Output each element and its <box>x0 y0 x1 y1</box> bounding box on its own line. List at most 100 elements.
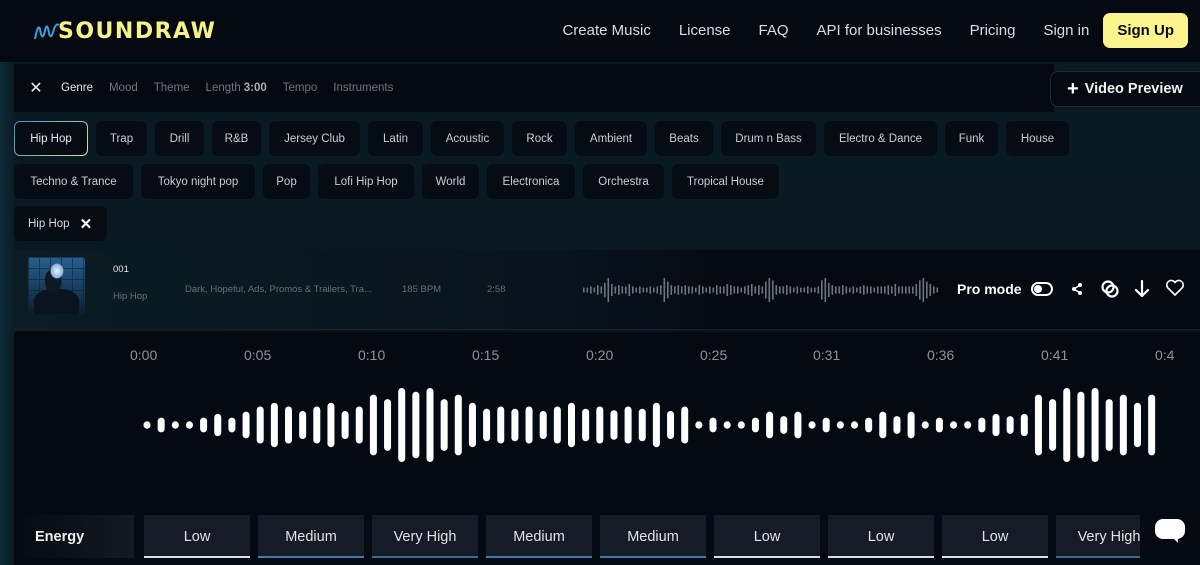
energy-cell[interactable]: Very High <box>372 515 478 558</box>
genre-chip[interactable]: R&B <box>212 121 261 156</box>
waveform-bar <box>1119 394 1127 456</box>
genre-chip[interactable]: Techno & Trance <box>14 164 133 199</box>
mini-waveform-bar <box>922 278 925 302</box>
main-waveform[interactable] <box>0 380 1200 470</box>
mini-waveform-bar <box>768 278 771 302</box>
mini-waveform-bar <box>803 287 806 293</box>
genre-chip[interactable]: Funk <box>945 121 998 156</box>
genre-chip[interactable]: Beats <box>655 121 713 156</box>
tab-mood[interactable]: Mood <box>109 82 138 94</box>
mini-waveform-bar <box>698 285 701 295</box>
mini-waveform-bar <box>663 278 666 302</box>
genre-chip[interactable]: Ambient <box>575 121 647 156</box>
waveform-bar <box>256 406 264 444</box>
genre-chip[interactable]: Electro & Dance <box>824 121 937 156</box>
video-preview-button[interactable]: + Video Preview <box>1050 71 1200 107</box>
genre-chip[interactable]: Pop <box>263 164 310 199</box>
mini-waveform-bar <box>674 286 676 294</box>
nav-sign-in[interactable]: Sign in <box>1043 22 1089 39</box>
nav-api[interactable]: API for businesses <box>817 22 942 39</box>
nav-pricing[interactable]: Pricing <box>970 22 1016 39</box>
genre-chip[interactable]: Electronica <box>487 164 575 199</box>
chat-icon[interactable] <box>1155 519 1185 539</box>
waveform-bar <box>921 421 929 429</box>
genre-chip[interactable]: World <box>422 164 479 199</box>
genre-chip[interactable]: Acoustic <box>431 121 504 156</box>
waveform-bar <box>426 388 434 462</box>
mini-waveform-bar <box>775 285 778 295</box>
mini-waveform-bar <box>782 286 785 294</box>
mini-waveform[interactable] <box>580 275 950 305</box>
energy-cell[interactable]: Medium <box>258 515 364 558</box>
tab-tempo[interactable]: Tempo <box>283 82 318 94</box>
panel-edge <box>0 62 14 565</box>
mini-waveform-bar <box>870 286 872 294</box>
remove-filter-icon[interactable]: ✕ <box>80 215 93 233</box>
mini-waveform-bar <box>835 286 837 294</box>
selected-filter-label: Hip Hop <box>28 217 70 230</box>
mini-waveform-bar <box>905 286 907 294</box>
pro-mode-toggle[interactable] <box>1031 282 1053 296</box>
genre-chip[interactable]: Tropical House <box>672 164 779 199</box>
energy-cell[interactable]: Low <box>828 515 934 558</box>
download-button[interactable] <box>1132 279 1152 299</box>
close-icon[interactable]: ✕ <box>28 78 44 98</box>
energy-cell[interactable]: Medium <box>600 515 706 558</box>
album-art[interactable] <box>28 257 85 314</box>
genre-chip[interactable]: Tokyo night pop <box>141 164 255 199</box>
sign-up-button[interactable]: Sign Up <box>1103 13 1188 48</box>
waveform-bar <box>468 402 476 448</box>
tab-genre[interactable]: Genre <box>61 82 93 94</box>
waveform-bar <box>978 417 986 433</box>
logo[interactable]: SOUNDRAW <box>34 17 216 45</box>
mini-waveform-bar <box>761 286 764 294</box>
mini-waveform-bar <box>695 287 697 293</box>
genre-chip[interactable]: Jersey Club <box>269 121 360 156</box>
genre-chip[interactable]: Drill <box>155 121 204 156</box>
genre-chip[interactable]: Orchestra <box>583 164 664 199</box>
time-label: 0:41 <box>1041 347 1069 363</box>
energy-cell[interactable]: Medium <box>486 515 592 558</box>
mini-waveform-bar <box>684 285 687 295</box>
tab-theme[interactable]: Theme <box>154 82 190 94</box>
waveform-bar <box>652 402 660 448</box>
tab-length[interactable]: Length 3:00 <box>206 82 267 94</box>
share-button[interactable] <box>1068 280 1086 298</box>
logo-wave-icon <box>34 23 60 40</box>
energy-cell[interactable]: Low <box>942 515 1048 558</box>
genre-chip[interactable]: Lofi Hip Hop <box>318 164 414 199</box>
nav-faq[interactable]: FAQ <box>759 22 789 39</box>
mini-waveform-bar <box>583 287 585 293</box>
genre-chip[interactable]: Hip Hop <box>14 121 88 156</box>
genre-chip[interactable]: Drum n Bass <box>721 121 816 156</box>
favorite-button[interactable] <box>1164 278 1186 298</box>
mini-waveform-bar <box>656 286 659 294</box>
waveform-bar <box>299 410 307 440</box>
waveform-bar <box>751 417 759 433</box>
link-button[interactable] <box>1099 278 1121 300</box>
genre-chip[interactable]: Latin <box>368 121 423 156</box>
genre-chip[interactable]: Trap <box>96 121 147 156</box>
mini-waveform-bar <box>772 280 774 300</box>
mini-waveform-bar <box>754 286 757 294</box>
nav-create-music[interactable]: Create Music <box>562 22 650 39</box>
album-art-smoke <box>50 263 64 279</box>
waveform-bar <box>384 399 392 451</box>
genre-chip[interactable]: House <box>1006 121 1069 156</box>
waveform-bar <box>398 388 406 462</box>
waveform-bar <box>624 406 632 444</box>
nav-license[interactable]: License <box>679 22 731 39</box>
mini-waveform-bar <box>646 287 648 293</box>
tab-instruments[interactable]: Instruments <box>333 82 393 94</box>
mini-waveform-bar <box>926 281 928 299</box>
genre-chip[interactable]: Rock <box>512 121 567 156</box>
mini-waveform-bar <box>723 286 725 294</box>
energy-cell[interactable]: Low <box>714 515 820 558</box>
waveform-bar <box>1077 391 1085 459</box>
waveform-bar <box>709 417 717 433</box>
energy-cell[interactable]: Low <box>144 515 250 558</box>
mini-waveform-bar <box>779 286 781 294</box>
heart-icon <box>1165 279 1185 296</box>
mini-waveform-bar <box>635 287 638 293</box>
mini-waveform-bar <box>649 286 652 294</box>
